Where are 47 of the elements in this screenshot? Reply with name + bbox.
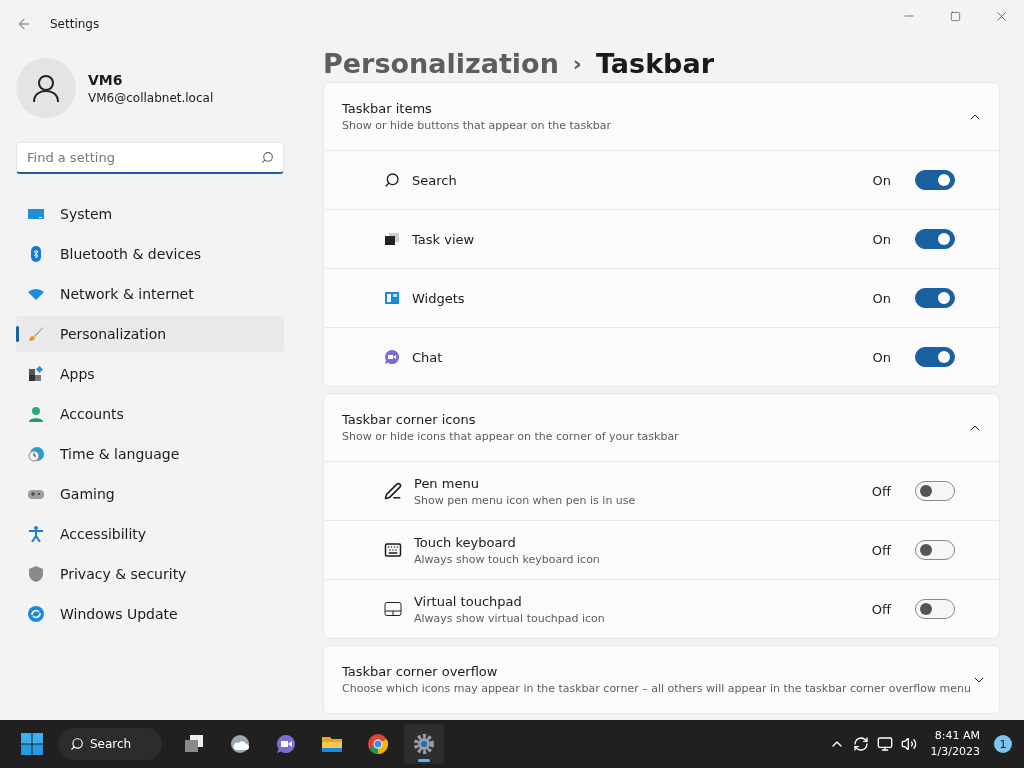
setting-label: Widgets xyxy=(412,290,465,306)
nav-item[interactable]: Time & language xyxy=(16,436,284,472)
setting-description: Show pen menu icon when pen is in use xyxy=(414,493,636,507)
nav-item[interactable]: Windows Update xyxy=(16,596,284,632)
section-description: Show or hide buttons that appear on the taskbar xyxy=(342,119,611,132)
toggle-state: On xyxy=(872,231,891,247)
taskbar-clock[interactable]: 8:41 AM 1/3/2023 xyxy=(930,728,980,760)
window-title: Settings xyxy=(50,17,100,31)
setting-label: Virtual touchpad xyxy=(414,593,523,609)
nav-item[interactable]: Apps xyxy=(16,356,284,392)
toggle-state: On xyxy=(872,349,891,365)
setting-label: Search xyxy=(412,172,457,188)
nav-item[interactable]: Gaming xyxy=(16,476,284,512)
breadcrumb-parent[interactable]: Personalization xyxy=(323,48,559,79)
toggle-state: Off xyxy=(871,542,891,558)
nav-item[interactable]: Accounts xyxy=(16,396,284,432)
page-title: Taskbar xyxy=(595,48,714,79)
toggle-state: On xyxy=(872,172,891,188)
section-description: Show or hide icons that appear on the corner of your taskbar xyxy=(342,430,679,443)
nav-item[interactable]: Bluetooth & devices xyxy=(16,236,284,272)
setting-label: Task view xyxy=(412,231,475,247)
user-email: VM6@collabnet.local xyxy=(88,90,214,105)
taskbar-search[interactable]: Search xyxy=(58,728,162,760)
toggle-state: Off xyxy=(871,483,891,499)
nav-item[interactable]: Accessibility xyxy=(16,516,284,552)
setting-label: Chat xyxy=(412,349,443,365)
toggle-state: On xyxy=(872,290,891,306)
nav-item[interactable]: Network & internet xyxy=(16,276,284,312)
section-header[interactable]: Taskbar corner overflow Choose which icons may appear in the taskbar corner – all others will appear in the taskbar corner overflow menu xyxy=(324,646,999,713)
section-title: Taskbar corner icons xyxy=(342,412,477,427)
setting-description: Always show virtual touchpad icon xyxy=(414,611,605,625)
user-name: VM6 xyxy=(88,71,124,88)
setting-label: Pen menu xyxy=(414,475,480,491)
setting-label: Touch keyboard xyxy=(414,534,517,550)
nav-item[interactable]: Personalization xyxy=(16,316,284,352)
section-title: Taskbar items xyxy=(342,101,433,116)
nav-item[interactable]: Privacy & security xyxy=(16,556,284,592)
toggle-state: Off xyxy=(871,601,891,617)
nav-item[interactable]: System xyxy=(16,196,284,232)
section-title: Taskbar corner overflow xyxy=(342,664,499,679)
notification-badge[interactable]: 1 xyxy=(994,735,1012,753)
breadcrumb-separator: › xyxy=(572,51,582,76)
section-header[interactable]: Taskbar items Show or hide buttons that appear on the taskbar xyxy=(324,83,999,150)
section-description: Choose which icons may appear in the taskbar corner – all others will appear in the taskbar corner overflow menu xyxy=(342,682,971,695)
section-header[interactable]: Taskbar corner icons Show or hide icons that appear on the corner of your taskbar xyxy=(324,394,999,461)
setting-description: Always show touch keyboard icon xyxy=(414,552,600,566)
search-field[interactable]: Find a setting xyxy=(16,142,284,174)
